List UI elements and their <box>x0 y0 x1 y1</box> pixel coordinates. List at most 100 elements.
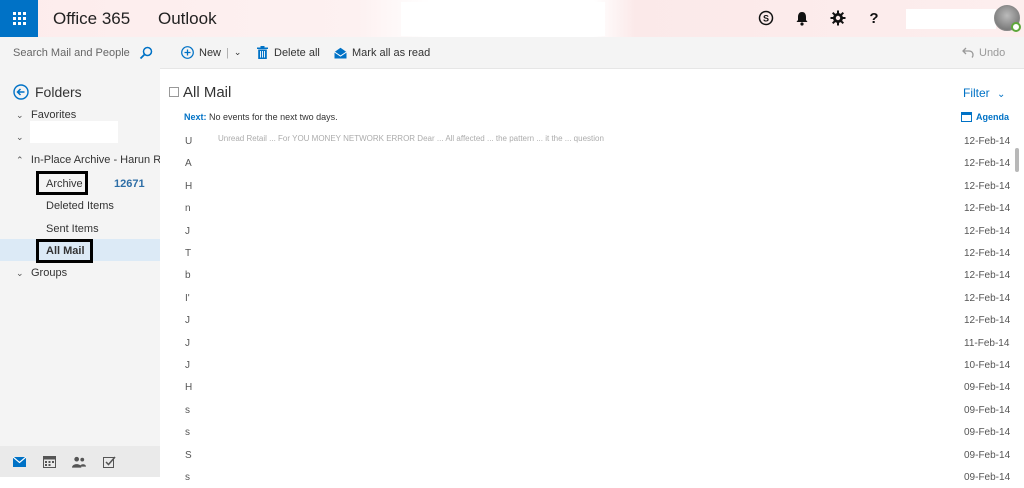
first-row-snippet: Unread Retail ... For YOU MONEY NETWORK … <box>218 134 604 143</box>
table-row[interactable]: H 12-Feb-14 <box>160 175 1012 197</box>
scrollbar-thumb[interactable] <box>1015 148 1019 172</box>
search-input[interactable]: Search Mail and People <box>13 47 130 59</box>
envelope-open-icon <box>334 46 347 59</box>
left-pane: Search Mail and People Folders ⌄ Favorit… <box>0 37 160 477</box>
undo-label: Undo <box>979 46 1006 59</box>
sender-initial: n <box>185 203 191 215</box>
table-row[interactable]: S 09-Feb-14 <box>160 444 1012 466</box>
sender-initial: U <box>185 136 193 147</box>
calendar-icon <box>961 112 972 122</box>
filter-label: Filter <box>963 86 990 100</box>
agenda-button[interactable]: Agenda <box>961 112 1009 122</box>
sender-initial: J <box>185 360 190 371</box>
next-label: Next: <box>184 112 207 122</box>
table-row[interactable]: A 12-Feb-14 <box>160 152 1012 174</box>
chevron-down-icon[interactable]: ⌄ <box>16 110 26 121</box>
message-date: 12-Feb-14 <box>964 136 1011 147</box>
filter-button[interactable]: Filter ⌄ <box>963 86 1005 100</box>
message-date: 09-Feb-14 <box>964 449 1011 461</box>
message-date: 09-Feb-14 <box>964 427 1011 439</box>
message-list-pane: All Mail Filter ⌄ Next: No events for th… <box>160 70 1024 483</box>
help-icon[interactable]: ? <box>865 9 883 27</box>
command-bar: New | ⌄ Delete all Mark all as read Undo <box>160 37 1024 69</box>
app-title[interactable]: Outlook <box>158 9 217 29</box>
user-name-redacted[interactable] <box>906 9 996 29</box>
chevron-down-icon[interactable]: ⌄ <box>16 268 26 279</box>
next-events: Next: No events for the next two days. <box>184 112 338 122</box>
redacted-favorite <box>30 121 118 143</box>
sender-initial: A <box>185 158 192 170</box>
groups-node[interactable]: ⌄ Groups <box>0 262 160 284</box>
mark-all-read-button[interactable]: Mark all as read <box>334 46 430 59</box>
table-row[interactable]: J 11-Feb-14 <box>160 332 1012 354</box>
search-icon[interactable] <box>139 46 153 60</box>
undo-button[interactable]: Undo <box>961 46 1005 59</box>
folders-label: Folders <box>35 84 82 100</box>
table-row[interactable]: s 09-Feb-14 <box>160 399 1012 421</box>
skype-icon[interactable]: S <box>757 9 775 27</box>
table-row[interactable]: b 12-Feb-14 <box>160 264 1012 286</box>
sender-initial: I' <box>185 292 190 304</box>
archive-group-node[interactable]: ⌃ In-Place Archive - Harun Rus <box>0 149 160 171</box>
page-title: All Mail <box>183 84 232 101</box>
table-row[interactable]: J 12-Feb-14 <box>160 309 1012 331</box>
sidebar-item-sent-items[interactable]: Sent Items <box>46 223 99 235</box>
message-date: 12-Feb-14 <box>964 225 1011 237</box>
waffle-icon <box>12 12 26 25</box>
sender-initial: b <box>185 270 191 282</box>
people-icon[interactable] <box>72 455 86 469</box>
message-date: 12-Feb-14 <box>964 315 1011 327</box>
message-date: 12-Feb-14 <box>964 270 1011 282</box>
table-row[interactable]: n 12-Feb-14 <box>160 197 1012 219</box>
message-date: 10-Feb-14 <box>964 360 1011 371</box>
message-date: 09-Feb-14 <box>964 472 1011 483</box>
brand-title[interactable]: Office 365 <box>53 9 130 29</box>
message-date: 09-Feb-14 <box>964 382 1011 394</box>
mark-all-read-label: Mark all as read <box>352 46 431 59</box>
tasks-icon[interactable] <box>102 455 116 469</box>
groups-label: Groups <box>31 267 68 279</box>
chevron-up-icon[interactable]: ⌃ <box>16 155 26 166</box>
delete-all-label: Delete all <box>274 46 320 59</box>
message-date: 12-Feb-14 <box>964 248 1011 259</box>
sender-initial: J <box>185 225 190 237</box>
sender-initial: s <box>185 404 190 416</box>
sender-initial: J <box>185 337 190 349</box>
mail-icon[interactable] <box>12 455 26 469</box>
sender-initial: s <box>185 472 190 483</box>
back-arrow-icon[interactable] <box>13 84 29 100</box>
search-box[interactable]: Search Mail and People <box>0 37 160 69</box>
top-bar: Office 365 Outlook S ? <box>0 0 1024 37</box>
select-all-checkbox[interactable] <box>169 87 179 97</box>
sender-initial: S <box>185 449 192 461</box>
presence-indicator <box>1011 22 1021 32</box>
table-row[interactable]: s 09-Feb-14 <box>160 421 1012 443</box>
table-row[interactable]: I' 12-Feb-14 <box>160 287 1012 309</box>
bell-icon[interactable] <box>793 9 811 27</box>
message-date: 11-Feb-14 <box>964 337 1010 349</box>
chevron-down-icon[interactable]: ⌄ <box>234 47 242 58</box>
svg-text:S: S <box>763 14 769 24</box>
highlight-box-all-mail <box>36 239 93 263</box>
chevron-down-icon: ⌄ <box>997 89 1006 100</box>
app-launcher-button[interactable] <box>0 0 38 37</box>
table-row[interactable]: T 12-Feb-14 <box>160 242 1012 264</box>
delete-all-button[interactable]: Delete all <box>256 46 320 59</box>
sender-initial: T <box>185 248 192 259</box>
sender-initial: H <box>185 382 193 394</box>
trash-icon <box>256 46 269 59</box>
table-row[interactable]: J 12-Feb-14 <box>160 220 1012 242</box>
calendar-icon[interactable] <box>42 455 56 469</box>
sidebar-item-deleted-items[interactable]: Deleted Items <box>46 200 114 212</box>
split-divider: | <box>226 46 229 59</box>
message-date: 12-Feb-14 <box>964 292 1011 304</box>
chevron-down-icon[interactable]: ⌄ <box>16 132 26 143</box>
new-button[interactable]: New | ⌄ <box>181 46 241 59</box>
agenda-label: Agenda <box>976 112 1010 122</box>
table-row[interactable]: J 10-Feb-14 <box>160 354 1012 376</box>
folders-header[interactable]: Folders <box>13 84 82 100</box>
gear-icon[interactable] <box>829 9 847 27</box>
message-date: 12-Feb-14 <box>964 158 1011 170</box>
table-row[interactable]: H 09-Feb-14 <box>160 376 1012 398</box>
table-row[interactable]: s 09-Feb-14 <box>160 466 1012 488</box>
